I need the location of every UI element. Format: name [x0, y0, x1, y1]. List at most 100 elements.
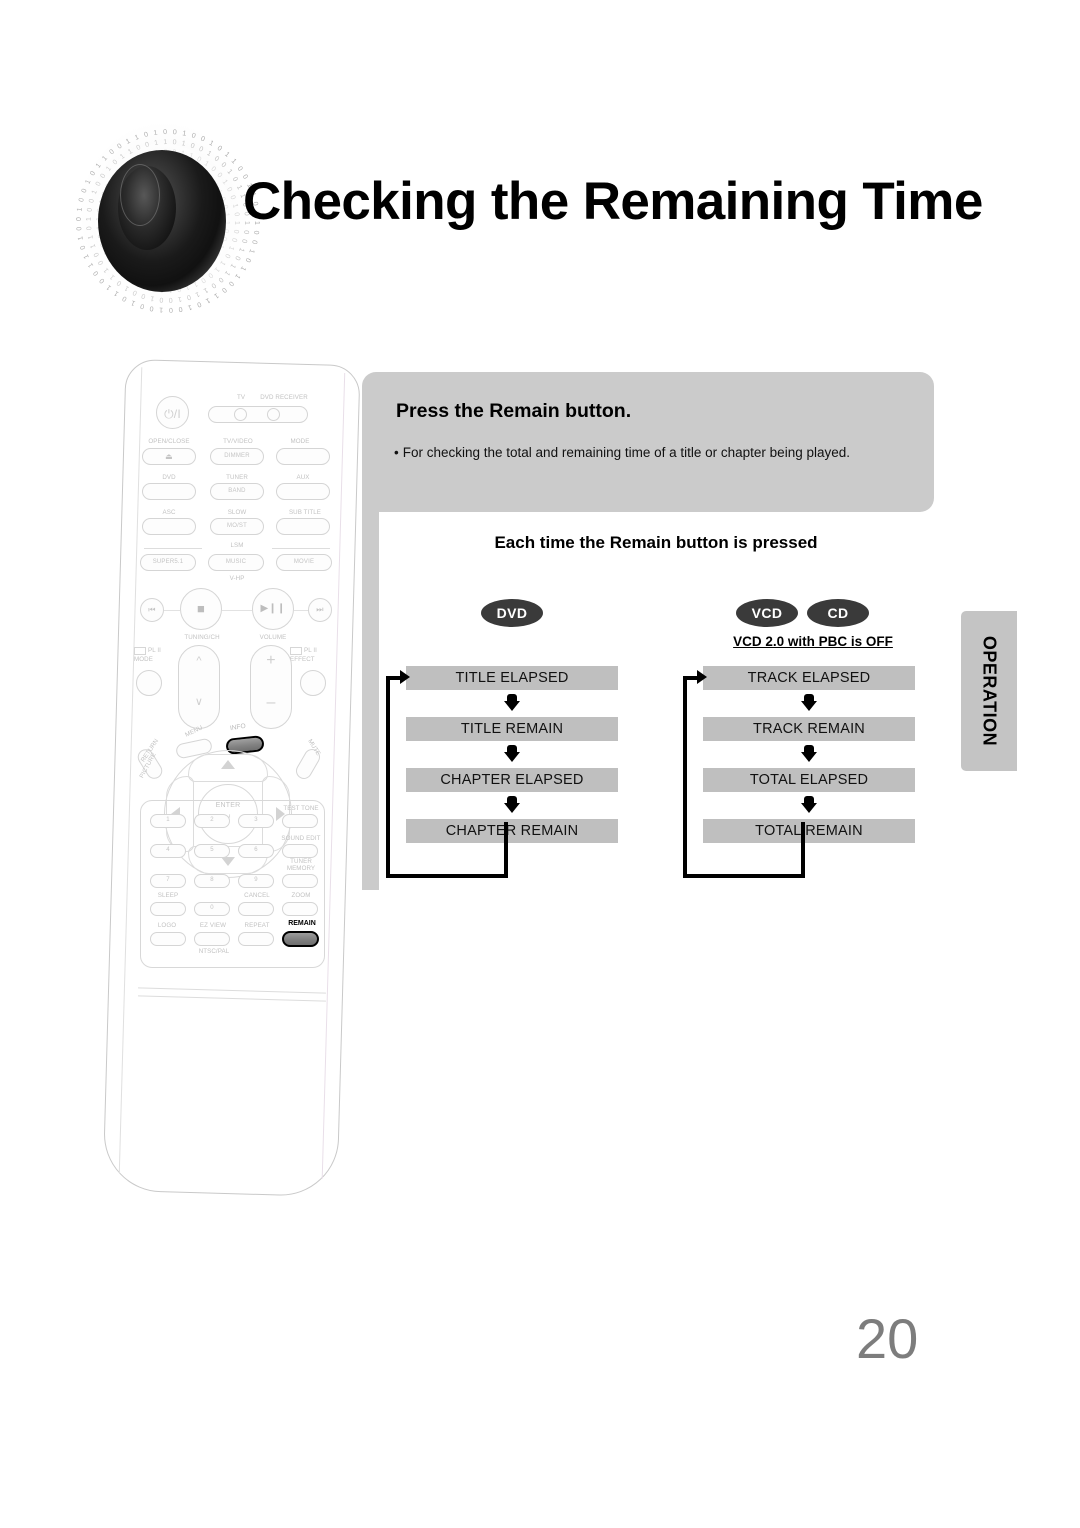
flow-arrow-gap: [703, 690, 915, 717]
disc-badge-cd: CD: [807, 599, 869, 627]
flow-step-box: TRACK REMAIN: [703, 717, 915, 741]
remote-label-dvd-receiver: DVD RECEIVER: [260, 394, 308, 401]
instruction-callout-box: [362, 372, 934, 512]
remote-key-6-label: 6: [254, 847, 258, 853]
flow-step-box: TOTAL REMAIN: [703, 819, 915, 843]
remote-power-glyph: ⏻/I: [164, 407, 181, 421]
instruction-heading: Press the Remain button.: [396, 400, 632, 422]
remote-transport-line-left: [164, 610, 180, 611]
flow-step-box: TRACK ELAPSED: [703, 666, 915, 690]
remote-label-pl2-effect-1: PL II: [304, 647, 317, 654]
remote-label-sub-title: SUB TITLE: [288, 509, 322, 516]
remote-selector-dvd-dot: [267, 408, 280, 421]
remote-pl2-effect-button: [300, 670, 326, 696]
remote-key-sleep: [150, 902, 186, 916]
loop-arrow-head-icon: [400, 670, 410, 684]
flow-column-vcd-cd: TRACK ELAPSED TRACK REMAIN TOTAL ELAPSED…: [703, 666, 915, 843]
section-tab-label: OPERATION: [979, 635, 1000, 747]
flow-arrow-gap: [406, 792, 618, 819]
remote-key-test-tone: [282, 814, 318, 828]
remote-key-5-label: 5: [210, 847, 214, 853]
remote-label-tuner: TUNER: [226, 474, 248, 481]
flow-arrow-gap: [703, 741, 915, 768]
remote-tuning-down-glyph: ∨: [194, 696, 204, 708]
remote-prev-glyph: ⏮: [148, 605, 156, 614]
instruction-callout-left-stripe: [362, 440, 379, 890]
remote-tuning-up-glyph: ^: [196, 655, 202, 667]
remote-label-remain: REMAIN: [288, 920, 316, 927]
speaker-highlight: [120, 164, 160, 226]
flow-step-box: TITLE REMAIN: [406, 717, 618, 741]
bullet-marker: •: [394, 445, 399, 460]
remote-label-sound-edit: SOUND EDIT: [281, 835, 321, 842]
remote-band-label: BAND: [228, 488, 246, 494]
remote-sub-title-button: [276, 518, 330, 535]
remote-label-dvd: DVD: [162, 474, 176, 481]
remote-next-glyph: ⏭: [316, 605, 324, 614]
remote-label-open-close: OPEN/CLOSE: [148, 438, 190, 445]
loop-arrow-head-icon: [697, 670, 707, 684]
remote-device-selector: [208, 406, 308, 423]
vcd-pbc-note: VCD 2.0 with PBC is OFF: [733, 634, 893, 649]
remote-key-repeat: [238, 932, 274, 946]
remote-label-logo: LOGO: [157, 922, 177, 929]
remote-pl2-mode-button: [136, 670, 162, 696]
remote-lsm-rule-right: [272, 548, 330, 549]
remote-label-tv: TV: [236, 394, 246, 401]
remote-control-illustration: ⏻/I TV DVD RECEIVER OPEN/CLOSE TV/VIDEO …: [102, 358, 366, 1212]
remote-key-0-label: 0: [210, 905, 214, 911]
remote-label-tv-video: TV/VIDEO: [223, 438, 253, 445]
remote-label-tuner-memory-2: MEMORY: [286, 865, 316, 872]
remote-selector-tv-dot: [234, 408, 247, 421]
flow-step-box: TITLE ELAPSED: [406, 666, 618, 690]
flow-arrow-gap: [703, 792, 915, 819]
remote-transport-line-right: [294, 610, 308, 611]
page-number: 20: [856, 1307, 919, 1370]
flow-section-heading: Each time the Remain button is pressed: [494, 533, 818, 552]
flow-step-box: CHAPTER ELAPSED: [406, 768, 618, 792]
remote-key-3-label: 3: [254, 817, 258, 823]
remote-dvd-button: [142, 483, 196, 500]
remote-label-lsm: LSM: [230, 542, 244, 549]
remote-key-9-label: 9: [254, 877, 258, 883]
remote-label-slow: SLOW: [227, 509, 247, 516]
bullet-text: For checking the total and remaining tim…: [402, 445, 850, 460]
remote-label-mode: MODE: [290, 438, 310, 445]
flow-arrow-gap: [406, 741, 618, 768]
remote-label-asc: ASC: [162, 509, 176, 516]
page-title: Checking the Remaining Time: [243, 172, 983, 231]
remote-key-tuner-memory: [282, 874, 318, 888]
remote-label-zoom: ZOOM: [291, 892, 311, 899]
remote-label-tuning-ch: TUNING/CH: [184, 634, 220, 641]
remote-volume-down-glyph: –: [266, 694, 276, 711]
remote-key-zoom: [282, 902, 318, 916]
remote-play-glyph: ▶❙❙: [260, 603, 286, 614]
remote-label-test-tone: TEST TONE: [283, 805, 319, 812]
remote-key-1-label: 1: [166, 817, 170, 823]
flow-arrow-gap: [406, 690, 618, 717]
remote-super51-label: SUPER5.1: [152, 559, 184, 565]
remote-key-8-label: 8: [210, 877, 214, 883]
remote-transport-line-mid: [222, 610, 252, 611]
remote-label-repeat: REPEAT: [244, 922, 270, 929]
flow-column-dvd: TITLE ELAPSED TITLE REMAIN CHAPTER ELAPS…: [406, 666, 618, 843]
remote-lsm-rule-left: [144, 548, 202, 549]
remote-mode-button: [276, 448, 330, 465]
remote-movie-label: MOVIE: [293, 559, 315, 565]
remote-label-pl2-mode-2: MODE: [134, 656, 153, 663]
remote-pl2-mode-badge: [134, 647, 146, 655]
remote-label-volume: VOLUME: [259, 634, 287, 641]
remote-key-4-label: 4: [166, 847, 170, 853]
remote-most-label: MO/ST: [227, 523, 247, 529]
remote-label-sleep: SLEEP: [157, 892, 179, 899]
remote-key-ez-view: [194, 932, 230, 946]
remote-asc-button: [142, 518, 196, 535]
remote-volume-up-glyph: +: [266, 652, 276, 669]
remote-dimmer-label: DIMMER: [224, 453, 250, 459]
remote-label-pl2-mode-1: PL II: [148, 647, 161, 654]
remote-key-cancel: [238, 902, 274, 916]
section-tab-operation: OPERATION: [961, 611, 1017, 771]
disc-badge-dvd: DVD: [481, 599, 543, 627]
remote-key-7-label: 7: [166, 877, 170, 883]
remote-label-ntsc-pal: NTSC/PAL: [198, 948, 230, 955]
